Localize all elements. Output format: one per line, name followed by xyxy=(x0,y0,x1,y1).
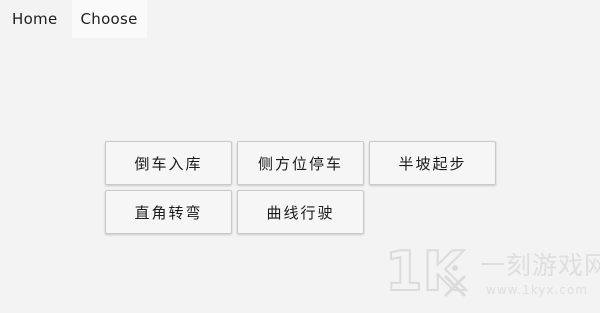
tab-bar: Home Choose xyxy=(0,0,147,38)
curve-driving-button[interactable]: 曲线行驶 xyxy=(237,190,364,234)
reverse-parking-button[interactable]: 倒车入库 xyxy=(105,141,232,185)
tab-home[interactable]: Home xyxy=(0,0,72,38)
watermark-url: www.1kyx.com xyxy=(486,283,588,297)
parallel-parking-button[interactable]: 侧方位停车 xyxy=(237,141,364,185)
watermark-logo-icon: 1K xyxy=(384,239,468,300)
tab-choose[interactable]: Choose xyxy=(71,0,147,38)
right-angle-turn-button[interactable]: 直角转弯 xyxy=(105,190,232,234)
hill-start-button[interactable]: 半坡起步 xyxy=(369,141,496,185)
maneuver-button-grid: 倒车入库 侧方位停车 半坡起步 直角转弯 曲线行驶 xyxy=(105,141,497,234)
watermark-title: 一刻游戏网 xyxy=(480,251,600,280)
watermark: 1K 一刻游戏网 www.1kyx.com xyxy=(383,238,600,310)
